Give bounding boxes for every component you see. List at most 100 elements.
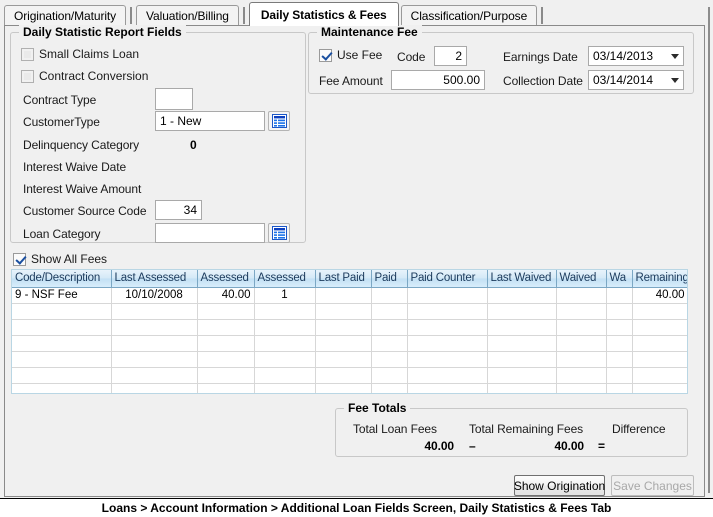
label-customer-type: CustomerType: [23, 115, 100, 129]
checkbox-box: [13, 252, 26, 266]
cell-remaining: 40.00: [632, 287, 687, 304]
tab-valuation-billing[interactable]: Valuation/Billing: [136, 5, 239, 26]
label-difference: Difference: [612, 422, 666, 436]
field-code[interactable]: 2: [434, 46, 467, 66]
fees-grid[interactable]: Code/Description Last Assessed Assessed …: [11, 269, 688, 394]
tab-strip: Origination/Maturity Valuation/Billing D…: [4, 2, 705, 26]
cell-last-paid: [315, 287, 372, 304]
column-header-last-paid[interactable]: Last Paid: [315, 270, 372, 288]
column-header-waived[interactable]: Waived: [556, 270, 607, 288]
cell-waived: [556, 287, 607, 304]
cell-assessed-count: 1: [254, 287, 316, 304]
cell-empty: [556, 335, 607, 352]
cell-empty: [254, 383, 316, 393]
value-total-remaining-fees: 40.00: [554, 439, 584, 453]
group-title: Daily Statistic Report Fields: [19, 25, 186, 39]
tab-classification-purpose[interactable]: Classification/Purpose: [400, 5, 538, 26]
customer-type-lookup-icon[interactable]: [268, 111, 290, 131]
table-row-empty[interactable]: [12, 383, 687, 393]
cell-empty: [487, 303, 557, 320]
table-row-empty[interactable]: [12, 303, 687, 320]
checkbox-box: [21, 47, 34, 61]
cell-empty: [606, 367, 633, 384]
column-header-remaining[interactable]: Remaining: [632, 270, 687, 288]
field-customer-type[interactable]: 1 - New: [155, 111, 265, 131]
value-total-loan-fees: 40.00: [424, 439, 454, 453]
collection-date-value: 03/14/2014: [593, 73, 654, 87]
checkbox-box: [319, 48, 332, 62]
cell-empty: [487, 335, 557, 352]
cell-code-description: 9 - NSF Fee: [12, 287, 112, 304]
cell-empty: [254, 367, 316, 384]
tab-label: Origination/Maturity: [14, 9, 117, 23]
cell-empty: [606, 303, 633, 320]
column-header-last-waived[interactable]: Last Waived: [487, 270, 557, 288]
cell-empty: [12, 335, 112, 352]
equals-operator: =: [598, 439, 605, 453]
group-daily-statistic-report-fields: Daily Statistic Report Fields Small Clai…: [10, 25, 306, 243]
loan-category-lookup-icon[interactable]: [268, 223, 290, 243]
tab-origination-maturity[interactable]: Origination/Maturity: [4, 5, 127, 26]
cell-empty: [371, 335, 408, 352]
window-right-edge: [708, 7, 710, 493]
column-header-assessed-amount[interactable]: Assessed: [197, 270, 255, 288]
field-contract-type[interactable]: [155, 88, 193, 110]
table-row-empty[interactable]: [12, 335, 687, 352]
chevron-down-icon: [671, 54, 679, 59]
checkbox-label: Small Claims Loan: [39, 47, 140, 61]
column-header-paid[interactable]: Paid: [371, 270, 408, 288]
cell-empty: [111, 303, 198, 320]
column-header-assessed-count[interactable]: Assessed: [254, 270, 316, 288]
tab-panel-daily-statistics-fees: Daily Statistic Report Fields Small Clai…: [4, 25, 705, 497]
cell-empty: [315, 367, 372, 384]
additional-loan-fields-screen: Origination/Maturity Valuation/Billing D…: [0, 0, 713, 517]
checkbox-show-all-fees[interactable]: Show All Fees: [13, 252, 107, 266]
field-customer-source-code[interactable]: 34: [155, 200, 202, 220]
show-origination-button[interactable]: Show Origination: [514, 475, 605, 496]
checkbox-label: Contract Conversion: [39, 69, 149, 83]
cell-empty: [407, 383, 488, 393]
cell-empty: [632, 335, 687, 352]
cell-empty: [371, 319, 408, 336]
group-title: Fee Totals: [344, 401, 411, 415]
cell-empty: [254, 351, 316, 368]
label-delinquency-category: Delinquency Category: [23, 138, 140, 152]
cell-empty: [111, 351, 198, 368]
tab-separator: [541, 7, 544, 24]
field-collection-date[interactable]: 03/14/2014: [588, 70, 684, 90]
cell-empty: [315, 383, 372, 393]
cell-empty: [315, 303, 372, 320]
checkbox-contract-conversion[interactable]: Contract Conversion: [21, 69, 148, 83]
table-row-empty[interactable]: [12, 351, 687, 368]
cell-last-waived: [487, 287, 557, 304]
cell-waived-counter: [606, 287, 633, 304]
column-header-waived-counter[interactable]: Wa: [606, 270, 633, 288]
tab-daily-statistics-fees[interactable]: Daily Statistics & Fees: [248, 2, 399, 26]
table-row-empty[interactable]: [12, 367, 687, 384]
fees-header-row: Code/Description Last Assessed Assessed …: [12, 270, 687, 288]
cell-paid-counter: [407, 287, 488, 304]
cell-empty: [632, 367, 687, 384]
earnings-date-value: 03/14/2013: [593, 49, 654, 63]
cell-assessed-amount: 40.00: [197, 287, 255, 304]
table-row[interactable]: 9 - NSF Fee 10/10/2008 40.00 1 40.00: [12, 287, 687, 304]
label-collection-date: Collection Date: [503, 74, 583, 88]
checkbox-use-fee[interactable]: Use Fee: [319, 48, 382, 62]
cell-empty: [632, 383, 687, 393]
field-earnings-date[interactable]: 03/14/2013: [588, 46, 684, 66]
fees-table-body: 9 - NSF Fee 10/10/2008 40.00 1 40.00: [12, 287, 687, 393]
value-delinquency-category: 0: [190, 138, 197, 152]
cell-empty: [371, 351, 408, 368]
field-loan-category[interactable]: [155, 223, 265, 243]
table-row-empty[interactable]: [12, 319, 687, 336]
column-header-paid-counter[interactable]: Paid Counter: [407, 270, 488, 288]
group-title: Maintenance Fee: [317, 25, 422, 39]
checkbox-small-claims-loan[interactable]: Small Claims Loan: [21, 47, 139, 61]
cell-empty: [556, 319, 607, 336]
field-fee-amount[interactable]: 500.00: [391, 70, 485, 90]
chevron-down-icon: [671, 78, 679, 83]
checkbox-box: [21, 69, 34, 83]
label-contract-type: Contract Type: [23, 93, 97, 107]
column-header-last-assessed[interactable]: Last Assessed: [111, 270, 198, 288]
column-header-code-description[interactable]: Code/Description: [12, 270, 112, 288]
